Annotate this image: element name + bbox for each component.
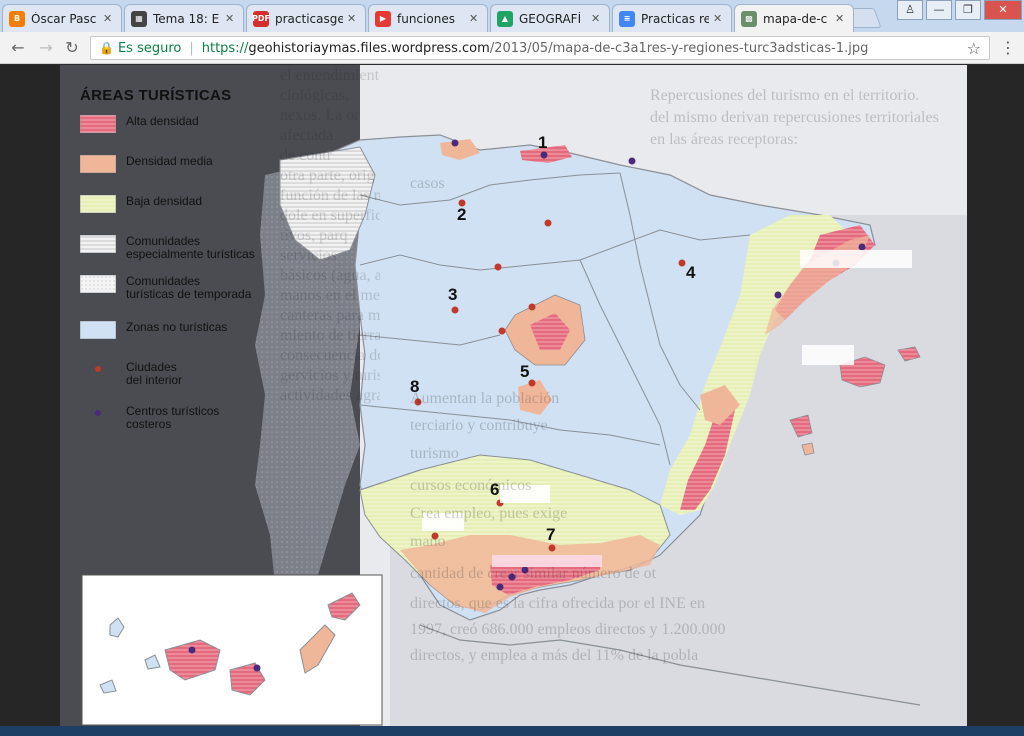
region-number-5: 5 <box>520 362 530 381</box>
url-path: /2013/05/mapa-de-c3a1res-y-regiones-turc… <box>489 40 869 56</box>
forward-icon[interactable]: → <box>36 38 56 58</box>
legend-label: Zonas no turísticas <box>126 320 228 334</box>
tab-1[interactable]: B Óscar Pasc ✕ <box>2 4 122 32</box>
legend-label-2: turísticas de temporada <box>126 287 252 301</box>
tab-close-icon[interactable]: ✕ <box>713 12 725 25</box>
legend: ÁREAS TURÍSTICAS Alta densidad Densidad m… <box>80 87 280 431</box>
back-icon[interactable]: ← <box>8 38 28 58</box>
docs-icon: ≡ <box>619 10 635 27</box>
canary-inset-box <box>81 574 383 726</box>
tab-6[interactable]: ≡ Practicas re ✕ <box>612 4 732 32</box>
address-separator: | <box>189 40 194 56</box>
tab-close-icon[interactable]: ✕ <box>225 12 237 25</box>
region-number-6: 6 <box>490 480 500 499</box>
label-patch <box>802 345 854 365</box>
legend-swatch <box>80 361 116 377</box>
region-number-3: 3 <box>448 285 458 304</box>
legend-item: Comunidades turísticas de temporada <box>80 275 280 301</box>
browser-toolbar: ← → ↻ 🔒 Es seguro | https:// geohistoria… <box>0 32 1024 64</box>
reload-icon[interactable]: ↻ <box>62 38 82 58</box>
tab-close-icon[interactable]: ✕ <box>469 12 481 25</box>
pdf-icon: PDF <box>252 10 270 27</box>
legend-item: Densidad media <box>80 155 280 173</box>
legend-title: ÁREAS TURÍSTICAS <box>80 87 232 104</box>
label-patch <box>800 250 912 268</box>
legend-item: Comunidades especialmente turísticas <box>80 235 280 261</box>
tab-3[interactable]: PDF practicasge ✕ <box>246 4 366 32</box>
legend-item: Centros turísticos costeros <box>80 405 280 431</box>
legend-item: Zonas no turísticas <box>80 321 280 339</box>
profile-icon[interactable]: ♙ <box>897 0 923 20</box>
canary-coastal-center <box>188 646 196 654</box>
legend-swatch <box>80 235 116 253</box>
label-patch <box>500 485 550 503</box>
restore-button[interactable]: ❐ <box>955 0 981 20</box>
url-host: geohistoriaymas.files.wordpress.com <box>248 40 490 56</box>
legend-label: Densidad media <box>126 154 213 168</box>
window-close-button[interactable]: ✕ <box>984 0 1022 20</box>
tab-label: mapa-de-c <box>763 11 828 26</box>
tab-label: Tema 18: E <box>153 11 220 26</box>
tab-close-icon[interactable]: ✕ <box>835 12 847 25</box>
legend-swatch <box>80 115 116 133</box>
canary-coastal-center <box>253 664 261 672</box>
tab-7[interactable]: ▩ mapa-de-c ✕ <box>734 4 854 32</box>
secure-label: Es seguro <box>117 40 182 56</box>
tab-5[interactable]: ▲ GEOGRAFÍ ✕ <box>490 4 610 32</box>
blogger-icon: B <box>9 10 25 27</box>
minimize-button[interactable]: — <box>926 0 952 20</box>
youtube-icon: ▶ <box>375 10 391 27</box>
image-icon: ▦ <box>131 10 147 27</box>
legend-item: Ciudades del interior <box>80 361 280 387</box>
legend-item: Baja densidad <box>80 195 280 213</box>
legend-label: Alta densidad <box>126 114 199 128</box>
legend-label-2: costeros <box>126 417 172 431</box>
legend-swatch <box>80 275 116 293</box>
legend-swatch <box>80 155 116 173</box>
legend-label-2: especialmente turísticas <box>126 247 255 261</box>
drive-icon: ▲ <box>497 10 513 27</box>
region-number-1: 1 <box>538 133 548 152</box>
region-number-4: 4 <box>686 263 696 282</box>
tab-label: practicasge <box>275 11 343 26</box>
windows-taskbar <box>0 726 1024 736</box>
tab-close-icon[interactable]: ✕ <box>103 12 115 25</box>
map-thumb-icon: ▩ <box>741 10 757 27</box>
tab-strip: B Óscar Pasc ✕ ▦ Tema 18: E ✕ PDF practicasge ✕ ▶… <box>0 0 1024 32</box>
region-number-8: 8 <box>410 377 420 396</box>
tab-close-icon[interactable]: ✕ <box>591 12 603 25</box>
legend-swatch <box>80 321 116 339</box>
lock-icon: 🔒 <box>99 41 114 55</box>
legend-item: Alta densidad <box>80 115 280 133</box>
region-number-7: 7 <box>546 525 556 544</box>
tab-2[interactable]: ▦ Tema 18: E ✕ <box>124 4 244 32</box>
tab-label: Óscar Pasc <box>31 11 97 26</box>
tab-label: funciones <box>397 11 455 26</box>
url-scheme: https:// <box>201 40 249 56</box>
map-photo: ÁREAS TURÍSTICAS Alta densidad Densidad m… <box>60 65 967 727</box>
legend-swatch <box>80 405 116 421</box>
legend-swatch <box>80 195 116 213</box>
menu-icon[interactable]: ⋮ <box>998 38 1018 58</box>
label-patch <box>422 513 464 531</box>
address-bar[interactable]: 🔒 Es seguro | https:// geohistoriaymas.f… <box>90 36 990 60</box>
region-number-2: 2 <box>457 205 467 224</box>
image-viewport: ÁREAS TURÍSTICAS Alta densidad Densidad m… <box>0 65 1024 736</box>
tab-4[interactable]: ▶ funciones ✕ <box>368 4 488 32</box>
bookmark-star-icon[interactable]: ☆ <box>967 39 981 58</box>
tab-label: GEOGRAFÍ <box>519 11 582 26</box>
legend-label: Baja densidad <box>126 194 203 208</box>
tab-close-icon[interactable]: ✕ <box>347 12 359 25</box>
label-patch <box>492 555 602 567</box>
tab-label: Practicas re <box>641 11 709 26</box>
legend-label-2: del interior <box>126 373 183 387</box>
